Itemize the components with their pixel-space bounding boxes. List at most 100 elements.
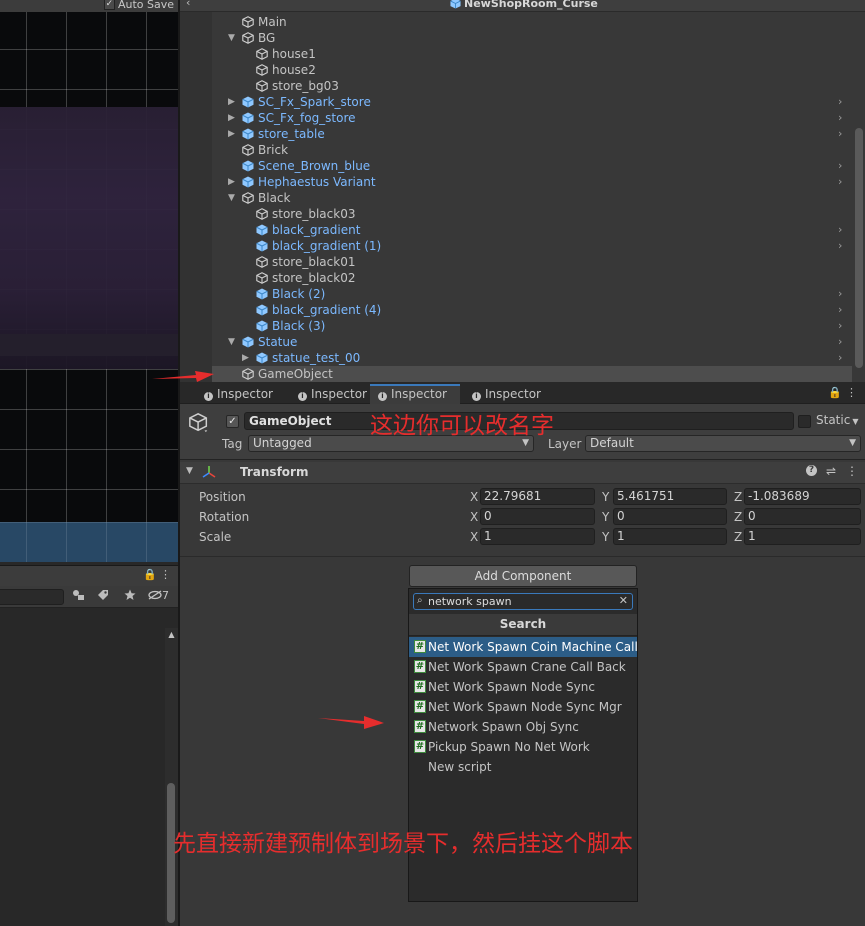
hierarchy-item[interactable]: ▶ Hephaestus Variant › xyxy=(212,174,853,190)
axis-label[interactable]: Z xyxy=(734,490,742,504)
project-asset-list[interactable] xyxy=(0,610,165,926)
component-result-item[interactable]: # Net Work Spawn Node Sync Mgr xyxy=(409,697,637,717)
hierarchy-item[interactable]: black_gradient (4) › xyxy=(212,302,853,318)
hierarchy-item[interactable]: ▶ SC_Fx_fog_store › xyxy=(212,110,853,126)
axis-label[interactable]: X xyxy=(470,490,478,504)
project-scrollbar[interactable]: ▲ xyxy=(165,628,178,926)
z-value-field[interactable]: 0 xyxy=(744,508,861,525)
x-value-field[interactable]: 1 xyxy=(480,528,595,545)
open-prefab-chevron-icon[interactable]: › xyxy=(838,222,842,238)
clear-search-icon[interactable]: ✕ xyxy=(619,594,628,607)
hierarchy-item[interactable]: Brick xyxy=(212,142,853,158)
hierarchy-item[interactable]: Scene_Brown_blue › xyxy=(212,158,853,174)
x-value-field[interactable]: 22.79681 xyxy=(480,488,595,505)
lock-icon[interactable]: 🔒 xyxy=(828,386,842,399)
add-component-button[interactable]: Add Component xyxy=(409,565,637,587)
z-value-field[interactable]: 1 xyxy=(744,528,861,545)
hierarchy-scrollbar[interactable] xyxy=(852,12,865,382)
component-result-item[interactable]: # Net Work Spawn Crane Call Back xyxy=(409,657,637,677)
axis-label[interactable]: X xyxy=(470,530,478,544)
y-value-field[interactable]: 5.461751 xyxy=(613,488,727,505)
hierarchy-item[interactable]: Black (3) › xyxy=(212,318,853,334)
filter-by-type-icon[interactable] xyxy=(70,589,88,605)
scroll-up-arrow-icon[interactable]: ▲ xyxy=(165,630,178,639)
tab-inspector[interactable]: i Inspector xyxy=(464,384,556,404)
component-menu-icon[interactable]: ⋮ xyxy=(846,464,858,478)
new-script-item[interactable]: New script xyxy=(409,757,637,777)
hierarchy-item[interactable]: store_black02 xyxy=(212,270,853,286)
transform-component-header[interactable]: ▼ Transform ? ⇌ ⋮ xyxy=(180,462,865,484)
axis-label[interactable]: Y xyxy=(602,510,609,524)
open-prefab-chevron-icon[interactable]: › xyxy=(838,318,842,334)
axis-label[interactable]: Z xyxy=(734,510,742,524)
tab-inspector[interactable]: i Inspector xyxy=(196,384,284,404)
collapsed-arrow-icon[interactable]: ▶ xyxy=(228,174,238,190)
panel-menu-icon[interactable]: ⋮ xyxy=(160,568,171,581)
open-prefab-chevron-icon[interactable]: › xyxy=(838,94,842,110)
back-arrow-icon[interactable]: ‹ xyxy=(186,0,190,9)
component-search-input[interactable]: ⌕ network spawn ✕ xyxy=(413,593,633,610)
gameobject-cube-icon[interactable] xyxy=(188,412,210,434)
collapsed-arrow-icon[interactable]: ▶ xyxy=(242,350,252,366)
x-value-field[interactable]: 0 xyxy=(480,508,595,525)
y-value-field[interactable]: 0 xyxy=(613,508,727,525)
open-prefab-chevron-icon[interactable]: › xyxy=(838,334,842,350)
presets-icon[interactable]: ⇌ xyxy=(826,464,836,478)
hierarchy-item[interactable]: black_gradient (1) › xyxy=(212,238,853,254)
open-prefab-chevron-icon[interactable]: › xyxy=(838,126,842,142)
open-prefab-chevron-icon[interactable]: › xyxy=(838,286,842,302)
scene-view[interactable]: ✓ Auto Save xyxy=(0,0,178,562)
auto-save-toggle[interactable]: ✓ Auto Save xyxy=(103,0,174,11)
collapsed-arrow-icon[interactable]: ▶ xyxy=(228,126,238,142)
active-checkbox[interactable]: ✓ xyxy=(226,415,239,428)
expanded-arrow-icon[interactable]: ▼ xyxy=(228,30,238,46)
hierarchy-scroll-thumb[interactable] xyxy=(855,128,863,368)
hierarchy-item[interactable]: ▼ BG xyxy=(212,30,853,46)
foldout-arrow-icon[interactable]: ▼ xyxy=(186,466,193,476)
static-checkbox[interactable] xyxy=(798,415,811,428)
transform-row-label[interactable]: Scale xyxy=(199,530,231,544)
static-dropdown[interactable]: Static ▼ xyxy=(816,413,858,427)
tab-inspector[interactable]: i Inspector xyxy=(370,384,460,404)
component-result-item[interactable]: #Net Work Spawn Coin Machine Call Back xyxy=(409,637,637,657)
hierarchy-item[interactable]: black_gradient › xyxy=(212,222,853,238)
hierarchy-item[interactable]: ▶ SC_Fx_Spark_store › xyxy=(212,94,853,110)
component-result-item[interactable]: # Network Spawn Obj Sync xyxy=(409,717,637,737)
hierarchy-item[interactable]: house2 xyxy=(212,62,853,78)
tab-inspector[interactable]: i Inspector xyxy=(290,384,370,404)
lock-icon[interactable]: 🔒 xyxy=(143,568,157,581)
open-prefab-chevron-icon[interactable]: › xyxy=(838,110,842,126)
component-result-item[interactable]: # Net Work Spawn Node Sync xyxy=(409,677,637,697)
open-prefab-chevron-icon[interactable]: › xyxy=(838,350,842,366)
open-prefab-chevron-icon[interactable]: › xyxy=(838,158,842,174)
hidden-packages-toggle[interactable]: 7 xyxy=(148,589,169,602)
help-icon[interactable]: ? xyxy=(806,465,817,476)
hierarchy-item[interactable]: GameObject xyxy=(212,366,853,382)
hierarchy-item[interactable]: Main xyxy=(212,14,853,30)
axis-label[interactable]: X xyxy=(470,510,478,524)
hierarchy-item[interactable]: ▶ store_table › xyxy=(212,126,853,142)
expanded-arrow-icon[interactable]: ▼ xyxy=(228,334,238,350)
hierarchy-item[interactable]: store_black03 xyxy=(212,206,853,222)
filter-by-label-icon[interactable] xyxy=(94,589,112,605)
collapsed-arrow-icon[interactable]: ▶ xyxy=(228,110,238,126)
auto-save-checkbox[interactable]: ✓ xyxy=(103,0,115,10)
hierarchy-item[interactable]: ▼ Statue › xyxy=(212,334,853,350)
axis-label[interactable]: Y xyxy=(602,530,609,544)
open-prefab-chevron-icon[interactable]: › xyxy=(838,238,842,254)
z-value-field[interactable]: -1.083689 xyxy=(744,488,861,505)
hierarchy-item[interactable]: store_black01 xyxy=(212,254,853,270)
open-prefab-chevron-icon[interactable]: › xyxy=(838,302,842,318)
hierarchy-item[interactable]: ▶ statue_test_00 › xyxy=(212,350,853,366)
hierarchy-item[interactable]: Black (2) › xyxy=(212,286,853,302)
favorites-star-icon[interactable] xyxy=(121,589,139,605)
y-value-field[interactable]: 1 xyxy=(613,528,727,545)
transform-row-label[interactable]: Rotation xyxy=(199,510,249,524)
hierarchy-item[interactable]: ▼ Black xyxy=(212,190,853,206)
hierarchy-item[interactable]: house1 xyxy=(212,46,853,62)
scene-canvas[interactable] xyxy=(0,12,178,522)
axis-label[interactable]: Y xyxy=(602,490,609,504)
transform-row-label[interactable]: Position xyxy=(199,490,246,504)
collapsed-arrow-icon[interactable]: ▶ xyxy=(228,94,238,110)
axis-label[interactable]: Z xyxy=(734,530,742,544)
